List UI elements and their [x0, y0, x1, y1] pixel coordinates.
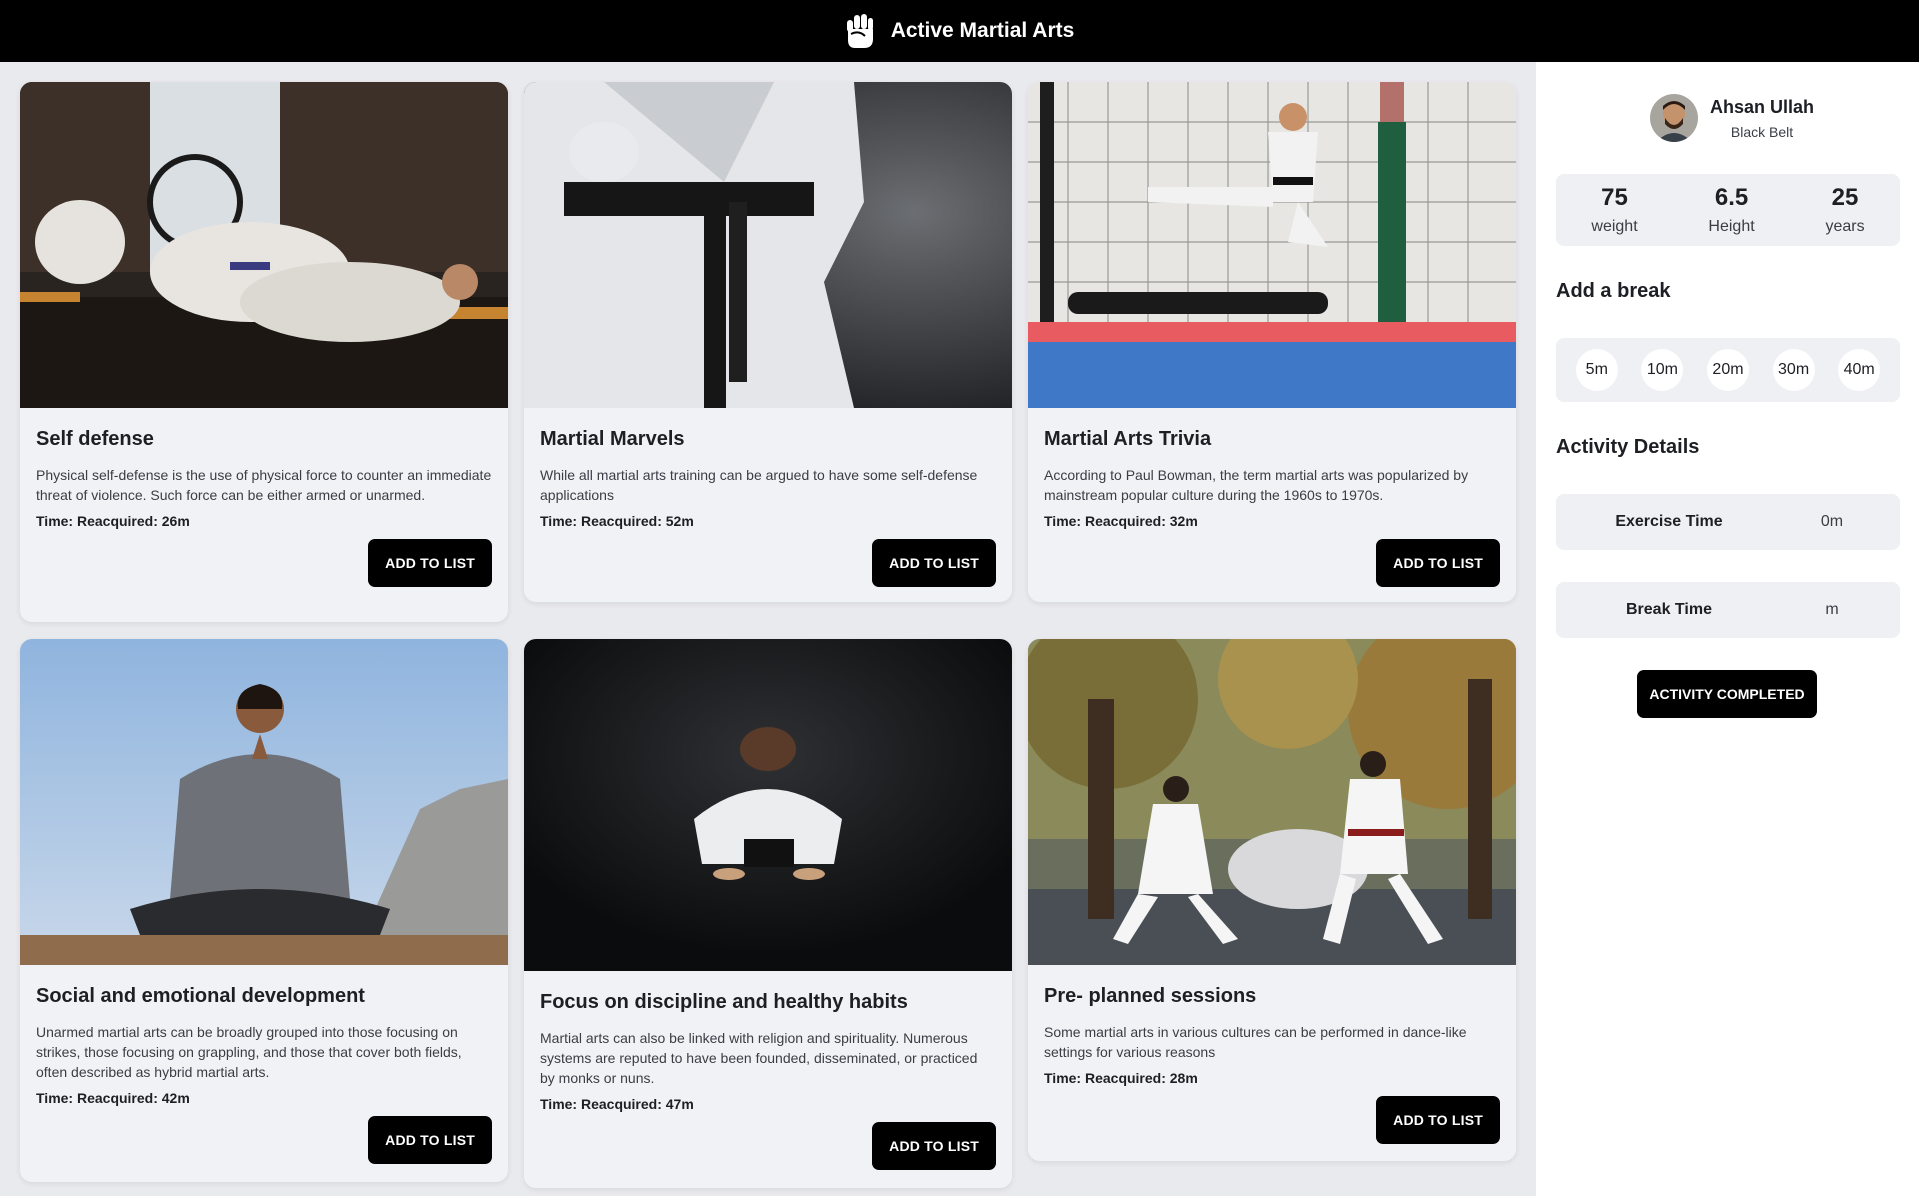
card-title: Martial Arts Trivia [1044, 428, 1212, 450]
break-options: 5m 10m 20m 30m 40m [1556, 338, 1900, 402]
add-to-list-button[interactable]: ADD TO LIST [872, 1122, 996, 1170]
exercise-time-value: 0m [1820, 513, 1844, 530]
fist-icon [845, 12, 875, 50]
course-card: Social and emotional development Unarmed… [20, 639, 508, 1182]
break-time-value: m [1825, 601, 1839, 618]
card-time: Time: Reacquired: 32m [1044, 513, 1198, 529]
break-option-20m[interactable]: 20m [1706, 349, 1749, 391]
stat-value: 25 [1831, 184, 1859, 211]
card-image-bow [524, 639, 1012, 971]
card-title: Self defense [36, 428, 154, 450]
add-to-list-button[interactable]: ADD TO LIST [368, 1116, 492, 1164]
break-time-row: Break Time m [1556, 582, 1900, 638]
card-description: According to Paul Bowman, the term marti… [1044, 467, 1469, 503]
card-time: Time: Reacquired: 42m [36, 1090, 190, 1106]
course-card: Pre- planned sessions Some martial arts … [1028, 639, 1516, 1161]
card-time: Time: Reacquired: 52m [540, 513, 694, 529]
card-time: Time: Reacquired: 47m [540, 1096, 694, 1112]
stat-value: 6.5 [1714, 184, 1749, 211]
break-option-40m[interactable]: 40m [1838, 349, 1881, 391]
avatar [1650, 94, 1698, 142]
card-title: Martial Marvels [540, 428, 685, 450]
card-description: While all martial arts training can be a… [540, 467, 978, 503]
course-card: Martial Marvels While all martial arts t… [524, 82, 1012, 602]
stat-age: 25 years [1825, 184, 1864, 236]
exercise-time-row: Exercise Time 0m [1556, 494, 1900, 550]
stat-label: Height [1708, 218, 1755, 235]
stat-weight: 75 weight [1591, 184, 1637, 236]
card-title: Pre- planned sessions [1044, 985, 1257, 1007]
card-description: Unarmed martial arts can be broadly grou… [36, 1024, 462, 1080]
activity-completed-button[interactable]: ACTIVITY COMPLETED [1637, 670, 1817, 718]
break-option-30m[interactable]: 30m [1772, 349, 1815, 391]
profile-sidebar: Ahsan Ullah Black Belt 75 weight 6.5 Hei… [1536, 62, 1919, 1196]
card-title: Focus on discipline and healthy habits [540, 991, 908, 1013]
profile-name: Ahsan Ullah [1710, 96, 1815, 117]
course-card: Self defense Physical self-defense is th… [20, 82, 508, 622]
card-title: Social and emotional development [36, 985, 365, 1007]
add-to-list-button[interactable]: ADD TO LIST [872, 539, 996, 587]
stat-height: 6.5 Height [1708, 184, 1754, 236]
stat-label: weight [1591, 218, 1638, 235]
card-image-karate-group [1028, 639, 1516, 965]
stat-label: years [1825, 218, 1865, 235]
add-break-heading: Add a break [1556, 280, 1671, 302]
break-option-5m[interactable]: 5m [1575, 349, 1618, 391]
course-card: Martial Arts Trivia According to Paul Bo… [1028, 82, 1516, 602]
break-option-10m[interactable]: 10m [1641, 349, 1684, 391]
card-image-black-belt [524, 82, 1012, 408]
card-image-flying-kick [1028, 82, 1516, 408]
profile-header: Ahsan Ullah Black Belt [1650, 94, 1814, 142]
card-image-meditation [20, 639, 508, 965]
course-grid: Self defense Physical self-defense is th… [0, 62, 1536, 1196]
card-image-jiu-jitsu [20, 82, 508, 408]
profile-rank: Black Belt [1730, 123, 1794, 140]
stats-panel: 75 weight 6.5 Height 25 years [1556, 174, 1900, 246]
card-description: Some martial arts in various cultures ca… [1044, 1024, 1467, 1060]
card-description: Martial arts can also be linked with rel… [540, 1030, 978, 1086]
card-description: Physical self-defense is the use of phys… [36, 467, 492, 503]
activity-details-heading: Activity Details [1556, 436, 1700, 458]
app-title: Active Martial Arts [890, 19, 1075, 42]
add-to-list-button[interactable]: ADD TO LIST [1376, 1096, 1500, 1144]
card-time: Time: Reacquired: 28m [1044, 1070, 1198, 1086]
add-to-list-button[interactable]: ADD TO LIST [368, 539, 492, 587]
course-card: Focus on discipline and healthy habits M… [524, 639, 1012, 1188]
stat-value: 75 [1601, 184, 1628, 211]
top-bar: Active Martial Arts [0, 0, 1919, 62]
break-time-label: Break Time [1626, 601, 1712, 618]
add-to-list-button[interactable]: ADD TO LIST [1376, 539, 1500, 587]
card-time: Time: Reacquired: 26m [36, 513, 190, 529]
exercise-time-label: Exercise Time [1615, 513, 1723, 530]
